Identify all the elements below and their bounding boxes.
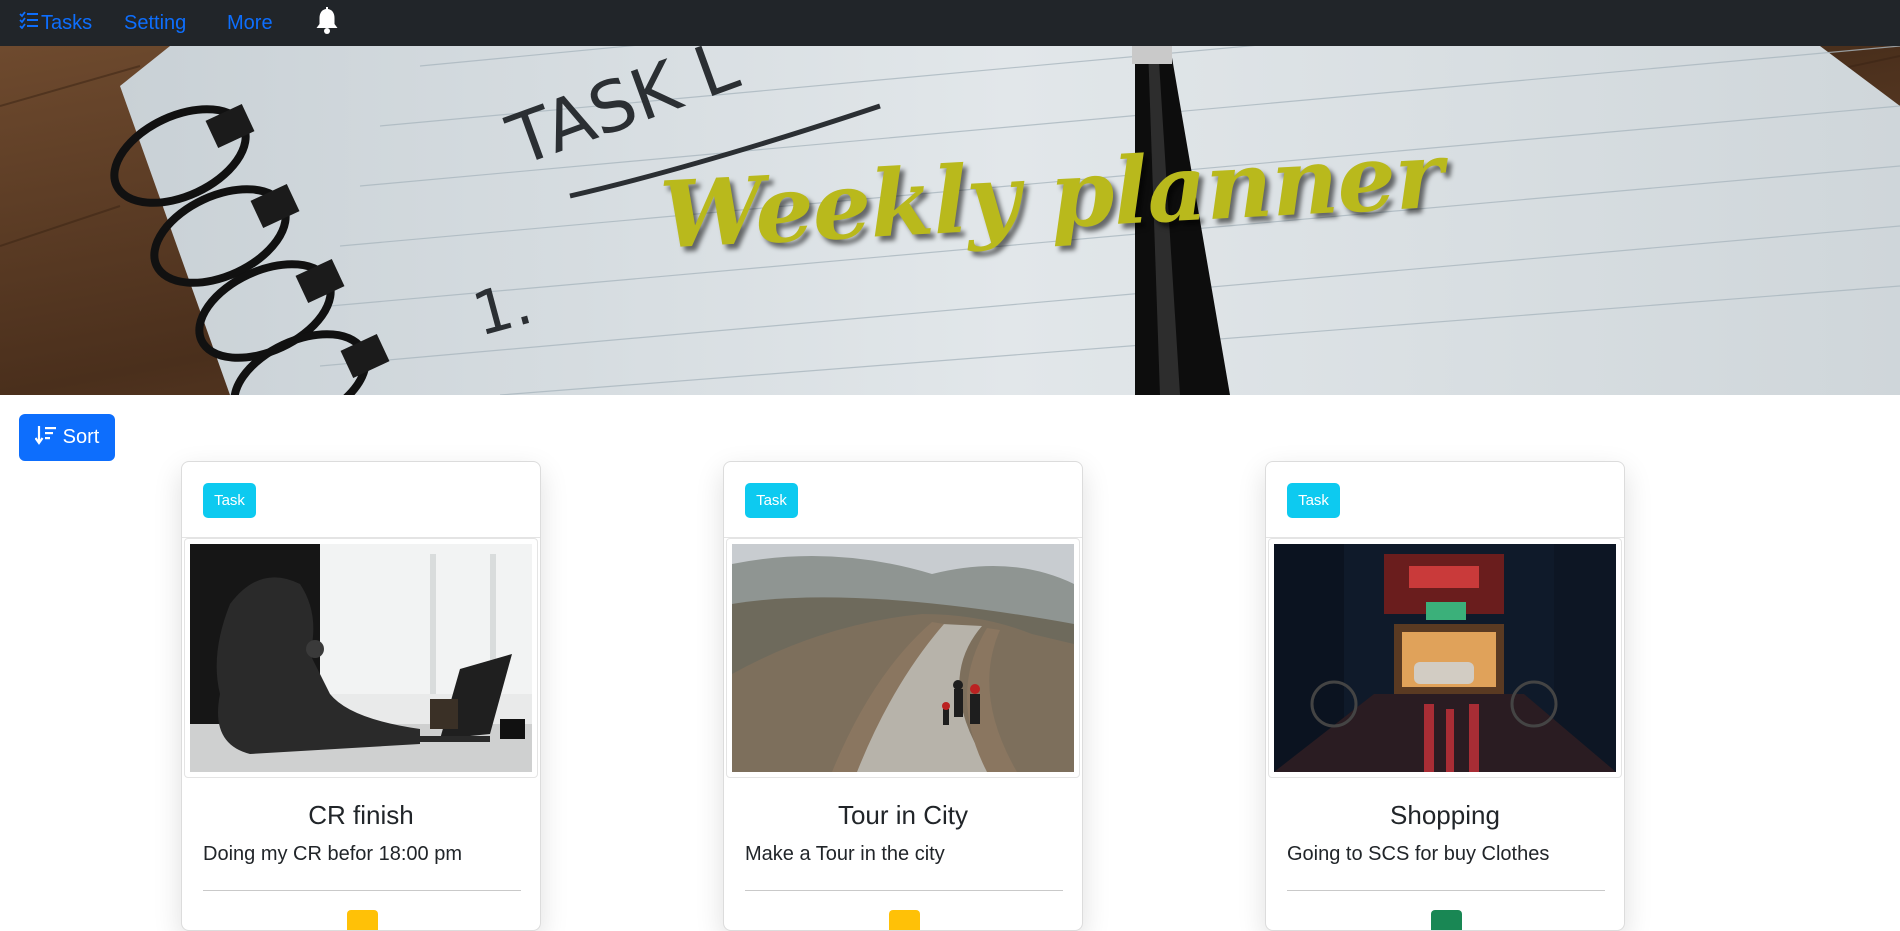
card-divider xyxy=(203,890,521,891)
great-wall-image xyxy=(732,544,1074,772)
sort-down-icon xyxy=(34,425,57,451)
top-navbar: Tasks Setting More xyxy=(0,0,1900,46)
card-title: CR finish xyxy=(308,800,414,830)
card-divider xyxy=(1287,890,1605,891)
nav-tasks-label: Tasks xyxy=(41,11,93,34)
woman-laptop-image xyxy=(190,544,532,772)
card-image-frame xyxy=(184,538,538,778)
sort-button[interactable]: Sort xyxy=(19,414,115,461)
task-badge[interactable]: Task xyxy=(203,483,256,518)
task-card: Task Tour in City Make a Tour in the cit… xyxy=(723,461,1083,931)
card-title: Tour in City xyxy=(837,800,969,830)
card-image-frame xyxy=(726,538,1080,778)
card-text: Going to SCS for buy Clothes xyxy=(1287,843,1550,865)
card-divider xyxy=(745,890,1063,891)
list-check-icon xyxy=(19,11,41,35)
card-header: Task xyxy=(724,462,1082,538)
night-street-image xyxy=(1274,544,1616,772)
hero-banner: TASK L 1. Weekly planner xyxy=(0,46,1900,395)
status-indicator[interactable] xyxy=(889,910,920,930)
task-card: Task CR finish Doing my CR befor 18:00 p… xyxy=(181,461,541,931)
nav-setting-link[interactable]: Setting xyxy=(124,8,186,38)
nav-tasks-link[interactable]: Tasks xyxy=(19,8,92,38)
card-header: Task xyxy=(1266,462,1624,538)
bell-icon[interactable] xyxy=(313,6,341,36)
card-text: Make a Tour in the city xyxy=(745,843,945,865)
nav-more-link[interactable]: More xyxy=(227,8,273,38)
sort-button-label: Sort xyxy=(62,426,100,448)
card-text: Doing my CR befor 18:00 pm xyxy=(203,843,463,865)
status-indicator[interactable] xyxy=(347,910,378,930)
task-badge[interactable]: Task xyxy=(1287,483,1340,518)
card-image-frame xyxy=(1268,538,1622,778)
task-badge[interactable]: Task xyxy=(745,483,798,518)
task-card: Task Shopping Going to SCS for buy Cloth… xyxy=(1265,461,1625,931)
status-indicator[interactable] xyxy=(1431,910,1462,930)
card-title: Shopping xyxy=(1390,800,1500,830)
card-header: Task xyxy=(182,462,540,538)
